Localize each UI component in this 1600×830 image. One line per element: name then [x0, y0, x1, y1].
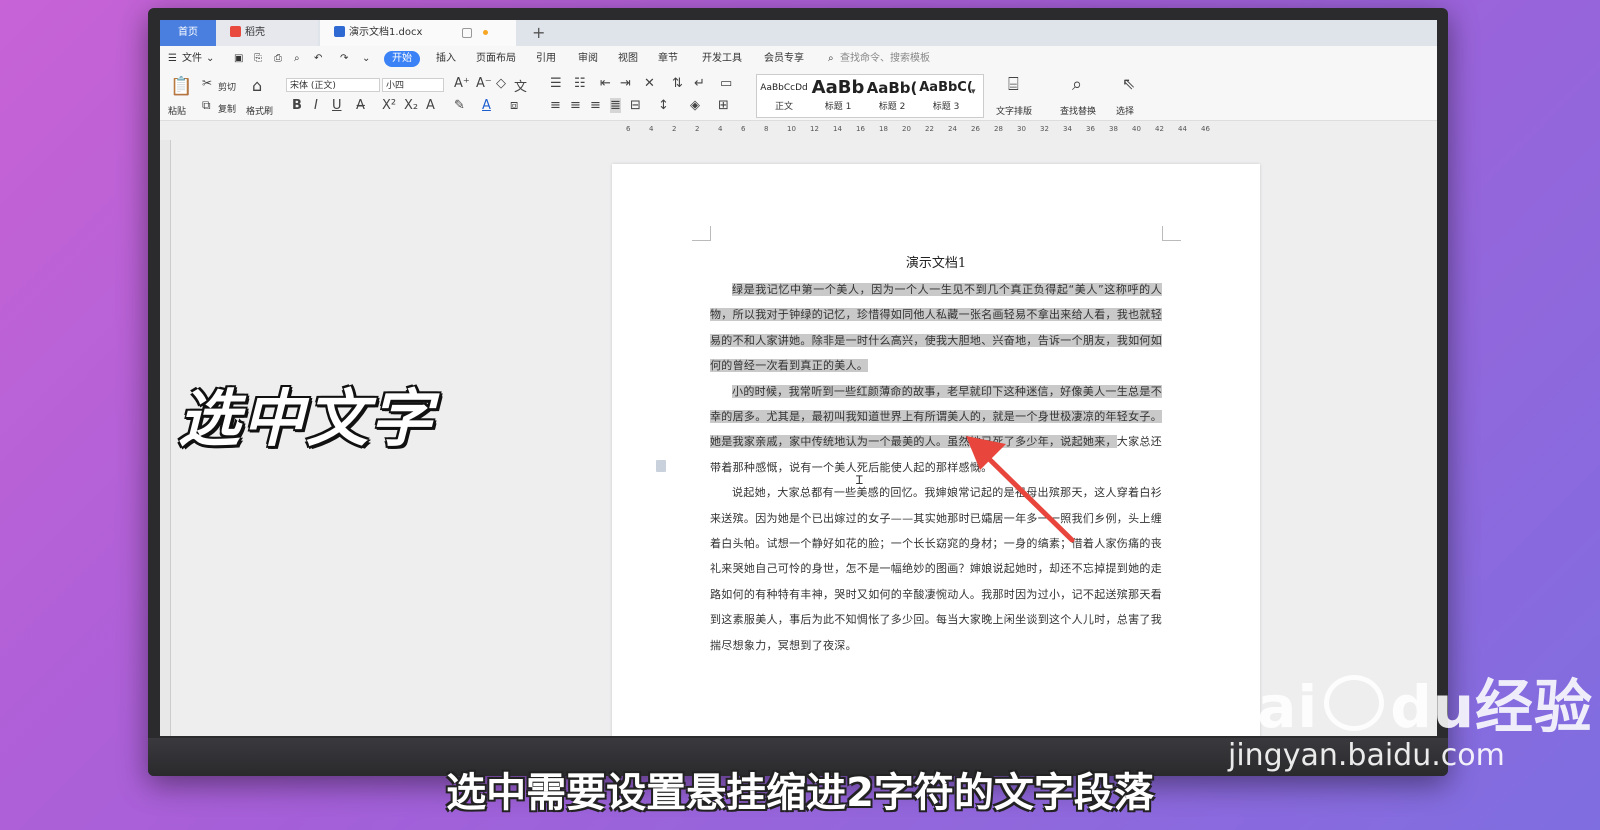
caption-subtitle: 选中需要设置悬挂缩进2字符的文字段落 [446, 770, 1154, 816]
watermark-brand: Bai [1212, 673, 1319, 741]
baidu-watermark: Bai du经验 [1212, 660, 1593, 744]
watermark-brand: du [1390, 673, 1476, 741]
watermark-brand: 经验 [1475, 673, 1594, 741]
step-title: 选中文字 [178, 382, 435, 455]
paw-logo-icon [1324, 675, 1385, 731]
